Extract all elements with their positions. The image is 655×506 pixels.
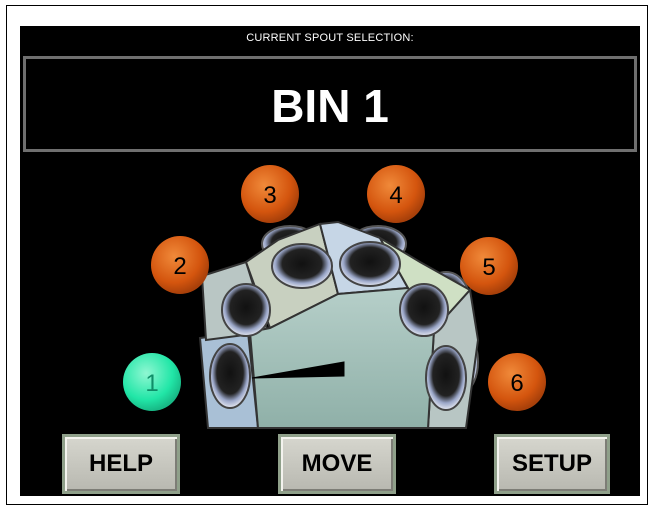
spout-button-1[interactable]: 1 — [123, 353, 181, 411]
setup-button[interactable]: SETUP — [494, 434, 610, 494]
hole-2 — [221, 283, 271, 337]
spout-button-3[interactable]: 3 — [241, 165, 299, 223]
help-button[interactable]: HELP — [62, 434, 180, 494]
spout-button-3-label: 3 — [263, 182, 276, 209]
spout-button-5-label: 5 — [482, 254, 495, 281]
spout-button-6-label: 6 — [510, 370, 523, 397]
spout-button-5[interactable]: 5 — [460, 237, 518, 295]
hole-6 — [425, 345, 467, 411]
spout-button-2[interactable]: 2 — [151, 236, 209, 294]
spout-button-4[interactable]: 4 — [367, 165, 425, 223]
hole-1 — [209, 343, 251, 409]
spout-button-6[interactable]: 6 — [488, 353, 546, 411]
hole-3 — [271, 243, 333, 289]
spout-button-1-label: 1 — [145, 370, 158, 397]
move-button[interactable]: MOVE — [278, 434, 396, 494]
hole-4 — [339, 241, 401, 287]
hmi-screen: CURRENT SPOUT SELECTION: BIN 1 1 2 3 4 5… — [20, 26, 640, 496]
spout-button-2-label: 2 — [173, 253, 186, 280]
hole-5 — [399, 283, 449, 337]
spout-button-4-label: 4 — [389, 182, 402, 209]
spout-distributor-diagram: 1 2 3 4 5 6 — [123, 165, 546, 429]
